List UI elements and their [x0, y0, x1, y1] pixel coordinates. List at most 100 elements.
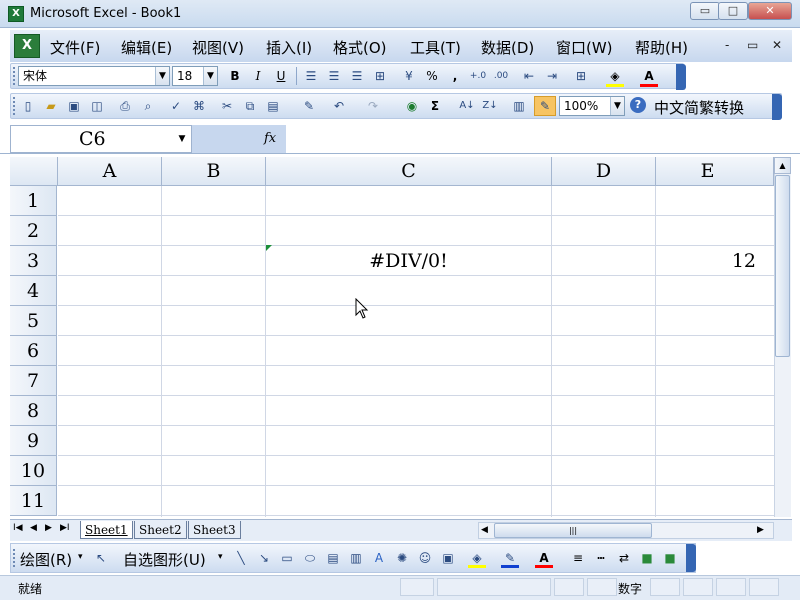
first-sheet-icon[interactable]: I◀: [13, 523, 23, 533]
doc-close-button[interactable]: ✕: [772, 38, 782, 52]
merge-center-icon[interactable]: ⊞: [371, 67, 389, 85]
vertical-scroll-thumb[interactable]: [775, 175, 790, 357]
row-header-7[interactable]: 7: [10, 366, 57, 396]
autosum-button[interactable]: Σ: [426, 97, 444, 115]
name-box[interactable]: C6 ▼: [10, 125, 192, 153]
paste-icon[interactable]: ▤: [264, 97, 282, 115]
font-name-dropdown-icon[interactable]: ▼: [155, 67, 169, 85]
bold-button[interactable]: B: [226, 67, 244, 85]
align-center-icon[interactable]: ☰: [325, 67, 343, 85]
permission-icon[interactable]: ◫: [88, 97, 106, 115]
autoshapes-dropdown-icon[interactable]: ▾: [218, 552, 223, 562]
font-name-select[interactable]: 宋体: [18, 66, 170, 86]
menu-file[interactable]: 文件(F): [50, 37, 100, 58]
horizontal-scroll-thumb[interactable]: |||: [494, 523, 652, 538]
row-header-11[interactable]: 11: [10, 486, 57, 516]
column-header-d[interactable]: D: [552, 157, 656, 186]
open-icon[interactable]: ▰: [42, 97, 60, 115]
column-header-b[interactable]: B: [162, 157, 266, 186]
maximize-button[interactable]: □: [718, 2, 748, 20]
chart-wizard-icon[interactable]: ▥: [510, 97, 528, 115]
sort-descending-icon[interactable]: Z↓: [481, 97, 499, 115]
arrow-style-icon[interactable]: ⇄: [615, 549, 633, 567]
line-icon[interactable]: ╲: [232, 549, 250, 567]
row-header-1[interactable]: 1: [10, 186, 57, 216]
rectangle-icon[interactable]: ▭: [278, 549, 296, 567]
borders-icon[interactable]: ⊞: [572, 67, 590, 85]
select-all-corner[interactable]: [10, 157, 58, 186]
row-header-2[interactable]: 2: [10, 216, 57, 246]
menu-window[interactable]: 窗口(W): [556, 37, 613, 58]
row-header-9[interactable]: 9: [10, 426, 57, 456]
textbox-icon[interactable]: ▤: [324, 549, 342, 567]
help-button[interactable]: ?: [630, 97, 646, 113]
formula-input[interactable]: [286, 125, 800, 153]
print-icon[interactable]: ⎙: [116, 97, 134, 115]
font-color-icon[interactable]: A: [640, 67, 658, 85]
picture-icon[interactable]: ▣: [439, 549, 457, 567]
comma-button[interactable]: ,: [446, 67, 464, 85]
clipart-icon[interactable]: ☺: [416, 549, 434, 567]
insert-function-button[interactable]: fx: [264, 131, 276, 146]
row-header-4[interactable]: 4: [10, 276, 57, 306]
save-icon[interactable]: ▣: [65, 97, 83, 115]
menu-format[interactable]: 格式(O): [333, 37, 387, 58]
decrease-indent-icon[interactable]: ⇤: [520, 67, 538, 85]
excel-app-icon[interactable]: X: [8, 6, 24, 22]
last-sheet-icon[interactable]: ▶I: [60, 523, 70, 533]
menu-data[interactable]: 数据(D): [481, 37, 534, 58]
currency-icon[interactable]: ¥: [400, 67, 418, 85]
scroll-right-icon[interactable]: ▶: [757, 525, 764, 535]
redo-icon[interactable]: ↷: [364, 97, 382, 115]
next-sheet-icon[interactable]: ▶: [45, 523, 52, 533]
underline-button[interactable]: U: [272, 67, 290, 85]
hyperlink-icon[interactable]: ◉: [403, 97, 421, 115]
italic-button[interactable]: I: [249, 67, 267, 85]
cell-e3[interactable]: 12: [656, 250, 756, 272]
menu-help[interactable]: 帮助(H): [635, 37, 688, 58]
prev-sheet-icon[interactable]: ◀: [30, 523, 37, 533]
menu-view[interactable]: 视图(V): [192, 37, 244, 58]
row-header-10[interactable]: 10: [10, 456, 57, 486]
toolbar-grip[interactable]: [13, 97, 17, 115]
column-header-e[interactable]: E: [656, 157, 774, 186]
doc-restore-button[interactable]: ▭: [747, 38, 758, 52]
minimize-button[interactable]: ▭: [690, 2, 720, 20]
menu-tools[interactable]: 工具(T): [410, 37, 461, 58]
draw-menu-button[interactable]: 绘图(R): [20, 549, 72, 570]
sort-ascending-icon[interactable]: A↓: [458, 97, 476, 115]
toolbar-options-icon[interactable]: [686, 544, 696, 572]
row-header-5[interactable]: 5: [10, 306, 57, 336]
drawing-toggle-icon[interactable]: ✎: [534, 96, 556, 116]
workbook-icon[interactable]: X: [14, 34, 40, 58]
shadow-style-icon[interactable]: ■: [638, 549, 656, 567]
format-painter-icon[interactable]: ✎: [300, 97, 318, 115]
increase-indent-icon[interactable]: ⇥: [543, 67, 561, 85]
name-box-dropdown-icon[interactable]: ▼: [173, 126, 191, 152]
dash-style-icon[interactable]: ┅: [592, 549, 610, 567]
undo-icon[interactable]: ↶: [330, 97, 348, 115]
percent-button[interactable]: %: [423, 67, 441, 85]
print-preview-icon[interactable]: ⌕: [139, 97, 157, 115]
toolbar-options-icon[interactable]: [676, 64, 686, 90]
toolbar-grip[interactable]: [13, 549, 17, 567]
sheet-tab-3[interactable]: Sheet3: [188, 521, 241, 539]
close-button[interactable]: ✕: [748, 2, 792, 20]
line-style-icon[interactable]: ≡: [569, 549, 587, 567]
decrease-decimal-icon[interactable]: .00: [492, 67, 510, 85]
toolbar-options-icon[interactable]: [772, 94, 782, 120]
spelling-icon[interactable]: ✓: [167, 97, 185, 115]
zoom-dropdown-icon[interactable]: ▼: [610, 97, 624, 115]
font-size-dropdown-icon[interactable]: ▼: [203, 67, 217, 85]
column-header-c[interactable]: C: [266, 157, 552, 186]
select-objects-icon[interactable]: ↖: [92, 549, 110, 567]
increase-decimal-icon[interactable]: +.0: [469, 67, 487, 85]
oval-icon[interactable]: ⬭: [301, 549, 319, 567]
row-header-8[interactable]: 8: [10, 396, 57, 426]
cell-c3[interactable]: #DIV/0!: [266, 250, 551, 272]
row-header-6[interactable]: 6: [10, 336, 57, 366]
3d-style-icon[interactable]: ■: [661, 549, 679, 567]
column-header-a[interactable]: A: [58, 157, 162, 186]
sheet-tab-1[interactable]: Sheet1: [80, 521, 133, 539]
menu-insert[interactable]: 插入(I): [266, 37, 312, 58]
